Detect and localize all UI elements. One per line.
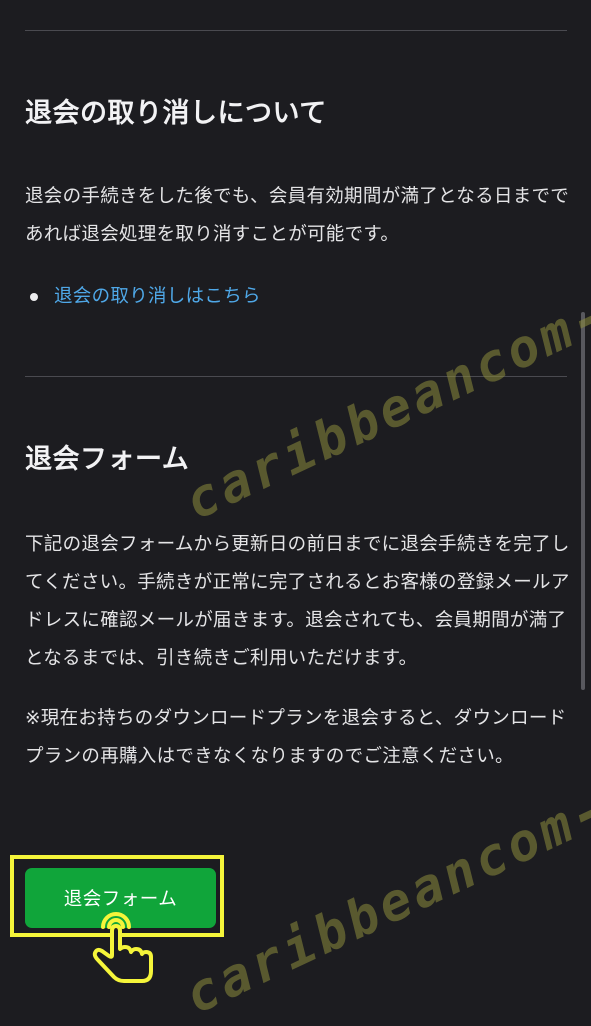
scrollbar-thumb[interactable] bbox=[581, 312, 585, 690]
section-divider bbox=[25, 376, 567, 377]
cancel-section-heading: 退会の取り消しについて bbox=[25, 98, 327, 129]
cancel-withdrawal-link[interactable]: 退会の取り消しはこちら bbox=[54, 286, 261, 307]
page: 退会の取り消しについて 退会の手続きをした後でも、会員有効期間が満了となる日まで… bbox=[0, 0, 591, 1026]
bullet-dot-icon bbox=[30, 293, 38, 301]
hand-pointer-icon bbox=[92, 912, 153, 983]
cancel-section-body: 退会の手続きをした後でも、会員有効期間が満了となる日までであれば退会処理を取り消… bbox=[25, 186, 570, 245]
form-section-body: 下記の退会フォームから更新日の前日までに退会手続きを完了してください。手続きが正… bbox=[25, 534, 570, 669]
list-item: 退会の取り消しはこちら bbox=[25, 281, 261, 313]
cancel-link-list: 退会の取り消しはこちら bbox=[25, 281, 261, 313]
watermark-text: caribbeancom-cou bbox=[176, 733, 591, 1026]
download-plan-note: ※現在お持ちのダウンロードプランを退会すると、ダウンロードプランの再購入はできな… bbox=[25, 708, 567, 767]
top-divider bbox=[25, 30, 567, 31]
form-section-heading: 退会フォーム bbox=[25, 444, 190, 475]
